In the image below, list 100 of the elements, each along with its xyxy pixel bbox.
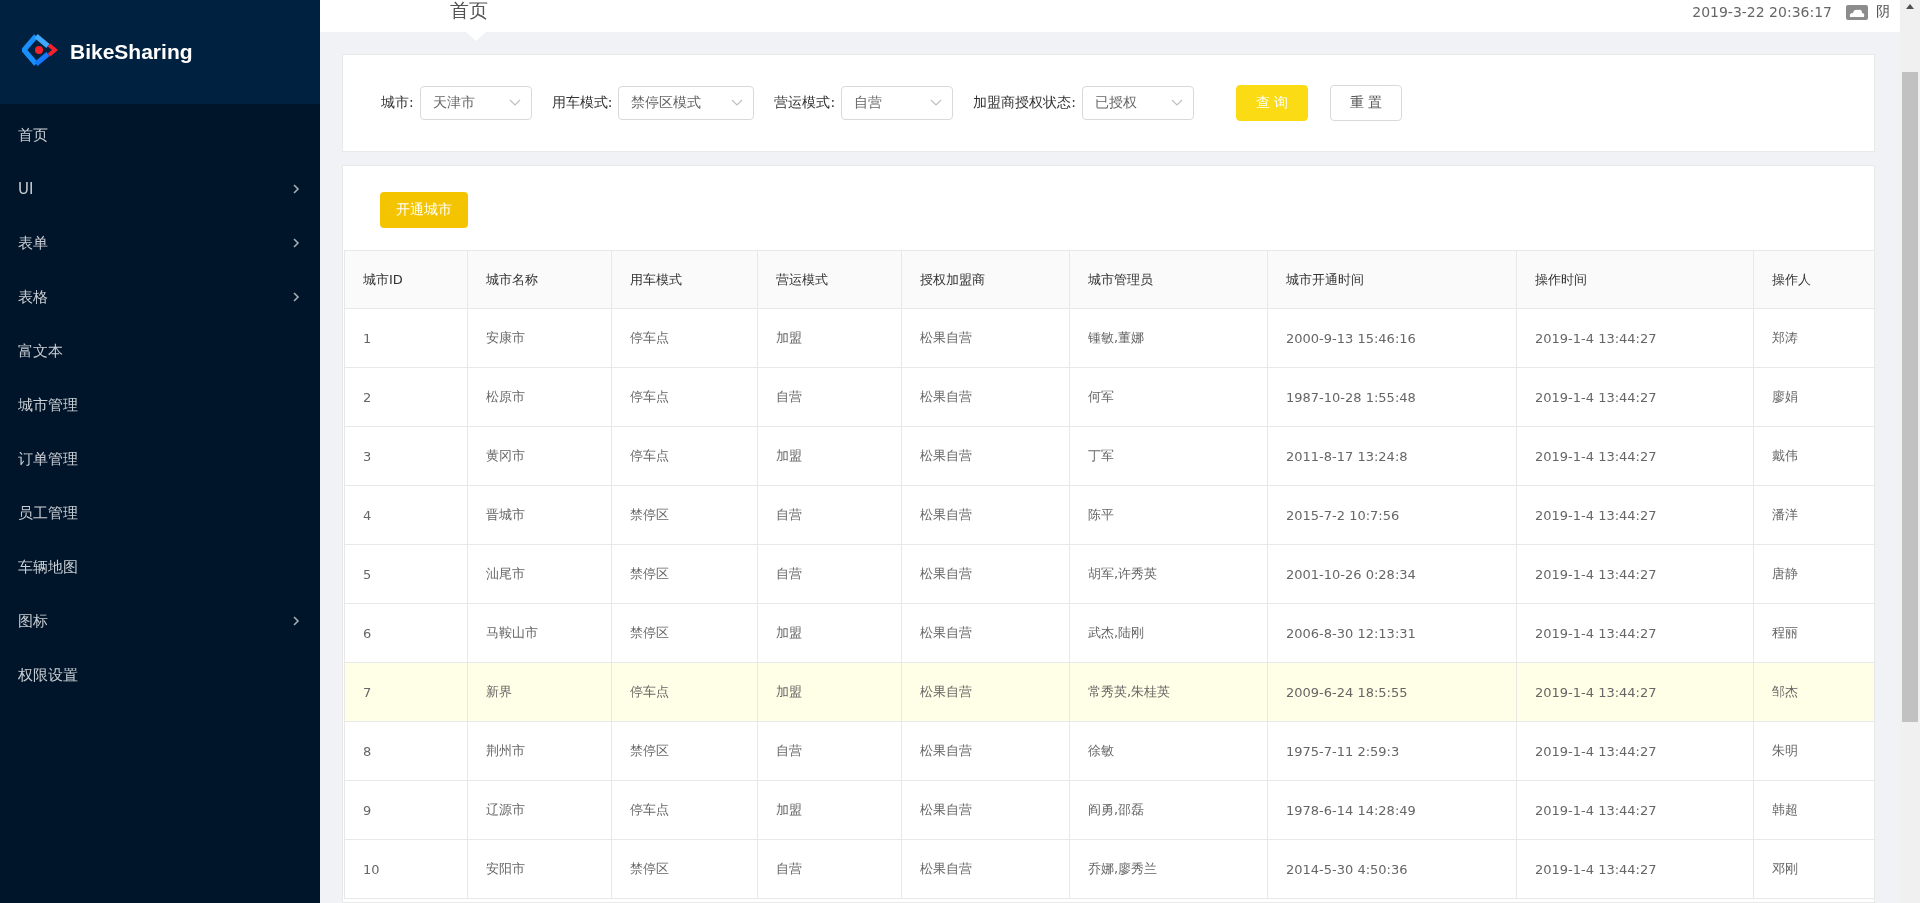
table-row[interactable]: 8 荆州市 禁停区 自营 松果自营 徐敏 1975-7-11 2:59:3 2019-1-4 13:44:27 朱明	[344, 721, 1874, 781]
table-cell: 自营	[757, 544, 902, 604]
scroll-thumb[interactable]	[1902, 72, 1918, 722]
table-cell: 何军	[1069, 367, 1268, 427]
table-cell: 松果自营	[901, 544, 1070, 604]
filter-label: 营运模式:	[774, 94, 836, 112]
table-cell: 10	[344, 839, 468, 899]
table-row[interactable]: 1 安康市 停车点 加盟 松果自营 锺敏,董娜 2000-9-13 15:46:16 2019-1-4 13:44:27 郑涛	[344, 308, 1874, 368]
menu-item[interactable]: 富文本	[0, 324, 320, 378]
menu-item[interactable]: UI	[0, 162, 320, 216]
menu-item[interactable]: 城市管理	[0, 378, 320, 432]
table-cell: 2006-8-30 12:13:31	[1267, 603, 1517, 663]
table-cell: 4	[344, 485, 468, 545]
menu-item[interactable]: 表格	[0, 270, 320, 324]
table-cell: 安阳市	[467, 839, 612, 899]
table-cell: 自营	[757, 367, 902, 427]
select-field[interactable]: 自营	[841, 86, 954, 120]
table-cell: 2019-1-4 13:44:27	[1516, 721, 1754, 781]
chevron-down-icon	[508, 99, 521, 107]
menu-item[interactable]: 表单	[0, 216, 320, 270]
column-header: 操作时间	[1516, 250, 1754, 309]
select-field[interactable]: 天津市	[419, 86, 532, 120]
table-cell: 邹杰	[1753, 662, 1874, 722]
table-cell: 1987-10-28 1:55:48	[1267, 367, 1517, 427]
table-cell: 胡军,许秀英	[1069, 544, 1268, 604]
table-row[interactable]: 10 安阳市 禁停区 自营 松果自营 乔娜,廖秀兰 2014-5-30 4:50:36 2019-1-4 13:44:27 邓刚	[344, 839, 1874, 899]
menu-label: 权限设置	[18, 665, 78, 685]
menu-item[interactable]: 员工管理	[0, 486, 320, 540]
table-cell: 2019-1-4 13:44:27	[1516, 426, 1754, 486]
table-cell: 禁停区	[611, 603, 758, 663]
menu-item[interactable]: 首页	[0, 108, 320, 162]
table-cell: 停车点	[611, 780, 758, 840]
table-cell: 加盟	[757, 426, 902, 486]
table-cell: 2011-8-17 13:24:8	[1267, 426, 1517, 486]
column-header: 城市ID	[344, 250, 468, 309]
menu-item[interactable]: 车辆地图	[0, 540, 320, 594]
table-cell: 8	[344, 721, 468, 781]
table-cell: 2019-1-4 13:44:27	[1516, 780, 1754, 840]
table-cell: 9	[344, 780, 468, 840]
table-row[interactable]: 2 松原市 停车点 自营 松果自营 何军 1987-10-28 1:55:48 2019-1-4 13:44:27 廖娟	[344, 367, 1874, 427]
chevron-down-icon	[930, 99, 943, 107]
table-cell: 松果自营	[901, 426, 1070, 486]
table-cell: 荆州市	[467, 721, 612, 781]
table-cell: 安康市	[467, 308, 612, 368]
table-cell: 禁停区	[611, 544, 758, 604]
table-cell: 5	[344, 544, 468, 604]
table-row[interactable]: 4 晋城市 禁停区 自营 松果自营 陈平 2015-7-2 10:7:56 2019-1-4 13:44:27 潘洋	[344, 485, 1874, 545]
table-row[interactable]: 3 黄冈市 停车点 加盟 松果自营 丁军 2011-8-17 13:24:8 2019-1-4 13:44:27 戴伟	[344, 426, 1874, 486]
select-field[interactable]: 禁停区模式	[618, 86, 755, 120]
table-cell: 松果自营	[901, 603, 1070, 663]
select-field[interactable]: 已授权	[1081, 86, 1194, 120]
date-time: 2019-3-22 20:36:17	[1692, 4, 1832, 20]
table-cell: 自营	[757, 721, 902, 781]
table-row[interactable]: 9 辽源市 停车点 加盟 松果自营 阎勇,邵磊 1978-6-14 14:28:49 2019-1-4 13:44:27 韩超	[344, 780, 1874, 840]
table-cell: 自营	[757, 485, 902, 545]
table-cell: 停车点	[611, 367, 758, 427]
table-cell: 徐敏	[1069, 721, 1268, 781]
table-cell: 1978-6-14 14:28:49	[1267, 780, 1517, 840]
table-cell: 2000-9-13 15:46:16	[1267, 308, 1517, 368]
table-cell: 6	[344, 603, 468, 663]
scrollbar[interactable]	[1900, 0, 1920, 903]
menu-label: 图标	[18, 611, 48, 631]
column-header: 城市管理员	[1069, 250, 1268, 309]
menu-item[interactable]: 图标	[0, 594, 320, 648]
menu-label: UI	[18, 180, 34, 198]
table-row[interactable]: 7 新界 停车点 加盟 松果自营 常秀英,朱桂英 2009-6-24 18:5:55 2019-1-4 13:44:27 邹杰	[344, 662, 1874, 722]
table-cell: 丁军	[1069, 426, 1268, 486]
menu-label: 订单管理	[18, 449, 78, 469]
app-name: BikeSharing	[70, 40, 193, 64]
table-cell: 松果自营	[901, 780, 1070, 840]
table-row[interactable]: 5 汕尾市 禁停区 自营 松果自营 胡军,许秀英 2001-10-26 0:28:34 2019-1-4 13:44:27 唐静	[344, 544, 1874, 604]
table-cell: 松果自营	[901, 662, 1070, 722]
menu-item[interactable]: 订单管理	[0, 432, 320, 486]
table-cell: 加盟	[757, 780, 902, 840]
table-row[interactable]: 6 马鞍山市 禁停区 加盟 松果自营 武杰,陆刚 2006-8-30 12:13:31 2019-1-4 13:44:27 程丽	[344, 603, 1874, 663]
column-header: 城市开通时间	[1267, 250, 1517, 309]
table-cell: 禁停区	[611, 839, 758, 899]
table-cell: 松果自营	[901, 485, 1070, 545]
menu-item[interactable]: 权限设置	[0, 648, 320, 702]
table-cell: 1	[344, 308, 468, 368]
column-header: 授权加盟商	[901, 250, 1070, 309]
table-cell: 3	[344, 426, 468, 486]
menu-label: 表单	[18, 233, 48, 253]
table-cell: 新界	[467, 662, 612, 722]
menu-label: 车辆地图	[18, 557, 78, 577]
reset-button[interactable]: 重 置	[1329, 85, 1402, 121]
table-cell: 2014-5-30 4:50:36	[1267, 839, 1517, 899]
filter-label: 加盟商授权状态:	[973, 94, 1076, 112]
table-cell: 武杰,陆刚	[1069, 603, 1268, 663]
menu-label: 表格	[18, 287, 48, 307]
table-cell: 2019-1-4 13:44:27	[1516, 839, 1754, 899]
table-cell: 晋城市	[467, 485, 612, 545]
table-cell: 2019-1-4 13:44:27	[1516, 662, 1754, 722]
table-cell: 自营	[757, 839, 902, 899]
table-cell: 7	[344, 662, 468, 722]
menu-label: 城市管理	[18, 395, 78, 415]
table-cell: 乔娜,廖秀兰	[1069, 839, 1268, 899]
table-cell: 加盟	[757, 308, 902, 368]
table-cell: 汕尾市	[467, 544, 612, 604]
table-cell: 松果自营	[901, 367, 1070, 427]
